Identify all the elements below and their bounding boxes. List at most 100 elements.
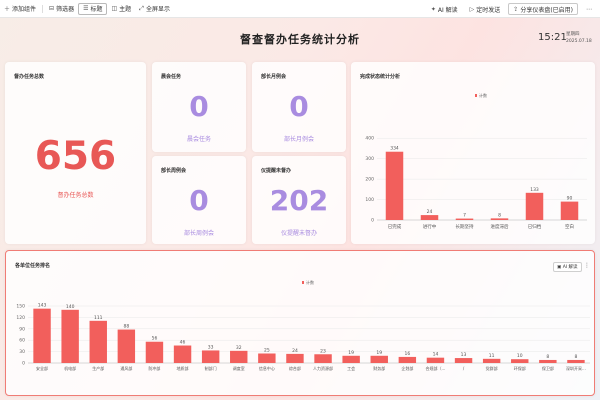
- y-tick-label: 200: [365, 177, 374, 183]
- bar: [230, 350, 248, 363]
- kpi-title: 部长月例会: [261, 74, 287, 80]
- bar: [511, 359, 529, 363]
- bar: [286, 353, 304, 363]
- bar-value-label: 10: [517, 353, 523, 359]
- bar: [525, 192, 544, 220]
- share-icon: ⇪: [513, 5, 519, 13]
- kpi-value: 202: [269, 184, 329, 217]
- x-tick-label: 已完成: [388, 223, 402, 230]
- theme-button[interactable]: ◫ 主题: [107, 3, 135, 15]
- x-tick-label: 制部门: [205, 365, 217, 371]
- more-button[interactable]: ⋯: [582, 3, 596, 15]
- x-tick-label: 保卫部: [542, 365, 554, 371]
- x-tick-label: 安全部: [36, 365, 48, 371]
- toolbar-divider: [42, 4, 44, 13]
- ai-sparkle-icon: ✦: [430, 5, 436, 13]
- fullscreen-label: 全屏显示: [145, 6, 170, 13]
- status-chart-card[interactable]: 完成状态统计分析 计数 0 100 200 300 400 334 已完成 24 进行中 7 长期坚持…: [351, 62, 595, 244]
- schedule-send-button[interactable]: ▷ 定时发送: [466, 3, 505, 15]
- bar-value-label: 111: [94, 315, 103, 321]
- bar-value-label: 25: [264, 348, 270, 354]
- bar: [342, 355, 360, 363]
- palette-icon: ◫: [111, 5, 118, 12]
- total-tasks-value: 656: [34, 134, 117, 179]
- bar: [398, 356, 417, 363]
- y-tick-label: 90: [19, 326, 25, 332]
- bar-value-label: 8: [575, 354, 578, 360]
- x-tick-label: 深圳开采...: [566, 365, 586, 371]
- bar: [454, 358, 473, 363]
- x-tick-label: 空白: [565, 223, 574, 230]
- bar: [490, 218, 509, 220]
- bar-value-label: 334: [390, 146, 399, 152]
- kpi-card-weekly[interactable]: 部长周例会 0 部长周例会: [152, 156, 246, 244]
- bar: [482, 358, 501, 363]
- y-tick-label: 0: [22, 361, 25, 367]
- x-tick-label: 工会: [347, 365, 355, 371]
- kpi-caption: 晨会任务: [186, 136, 211, 143]
- kpi-value: 0: [189, 90, 209, 123]
- bar-value-label: 14: [433, 352, 439, 358]
- page-title: 督查督办任务统计分析: [240, 33, 360, 46]
- x-tick-label: 长期坚持: [456, 223, 474, 230]
- ai-interpret-label: AI 解读: [437, 6, 458, 14]
- bar: [201, 350, 220, 363]
- x-tick-label: 机电部: [64, 365, 76, 371]
- dept-ranking-card[interactable]: 各单位任务排名 ▣ AI 解读 ⋮ 计数 0 30 60 90 120 150 143 安全部 1…: [5, 250, 595, 396]
- bar-value-label: 19: [348, 350, 354, 356]
- bar-value-label: 24: [292, 348, 298, 354]
- x-tick-label: 综合部: [289, 365, 301, 371]
- bar: [314, 354, 332, 363]
- clock-time: 15:21: [538, 32, 567, 43]
- title-button[interactable]: ☰ 标题: [78, 2, 108, 15]
- bar: [385, 151, 404, 220]
- x-tick-label: 进行中: [423, 223, 437, 230]
- title-label: 标题: [90, 6, 103, 13]
- top-toolbar: ＋ 添加组件 ⊟ 筛选器 ☰ 标题 ◫ 主题 ⤢ 全屏显示 ✦ AI 解读 ▷ …: [0, 0, 600, 18]
- bar: [426, 357, 445, 363]
- x-tick-label: 人力资源部: [313, 365, 333, 371]
- x-tick-label: /: [463, 366, 465, 371]
- add-component-button[interactable]: ＋ 添加组件: [0, 3, 40, 15]
- total-tasks-card[interactable]: 督办任务总数 656 督办任务总数: [5, 62, 146, 244]
- x-tick-label: 信息中心: [259, 365, 275, 371]
- clock-date-text: 2025.07.18: [566, 39, 592, 44]
- legend-label: 计数: [306, 279, 314, 285]
- kpi-value: 0: [289, 90, 309, 123]
- x-tick-label: 防冲部: [148, 365, 160, 371]
- kpi-card-morning[interactable]: 晨会任务 0 晨会任务: [152, 62, 246, 152]
- filter-button[interactable]: ⊟ 筛选器: [45, 3, 78, 15]
- x-tick-label: 生产部: [92, 365, 104, 371]
- y-tick-label: 300: [365, 156, 374, 162]
- bar-value-label: 46: [180, 340, 186, 346]
- kpi-caption: 部长周例会: [183, 230, 214, 237]
- kpi-card-monthly[interactable]: 部长月例会 0 部长月例会: [252, 62, 346, 152]
- x-tick-label: 通风部: [120, 365, 132, 371]
- bar-value-label: 140: [66, 304, 75, 310]
- bar: [33, 308, 51, 363]
- bar-value-label: 23: [320, 348, 326, 354]
- kpi-title: 仪提醒未督办: [261, 168, 292, 174]
- legend-swatch: [475, 94, 477, 97]
- filter-icon: ⊟: [49, 5, 55, 12]
- x-tick-label: 已归档: [528, 223, 542, 230]
- y-tick-label: 150: [16, 304, 25, 310]
- bar: [117, 329, 136, 363]
- bar: [420, 215, 439, 220]
- y-tick-label: 120: [16, 315, 25, 321]
- kpi-title: 晨会任务: [161, 74, 182, 80]
- legend-swatch: [302, 281, 304, 284]
- ai-interpret-button[interactable]: ✦ AI 解读: [427, 3, 462, 15]
- expand-icon: ⤢: [139, 4, 144, 12]
- bar-value-label: 33: [208, 344, 214, 350]
- more-icon: ⋯: [586, 5, 592, 13]
- kpi-title: 部长周例会: [161, 168, 187, 174]
- share-button[interactable]: ⇪ 分享仪表盘(已启用): [508, 3, 578, 15]
- kpi-caption: 仪提醒未督办: [280, 230, 317, 237]
- dept-bar-chart: 计数0306090120150 143安全部140机电部111生产部88通风部56…: [16, 279, 590, 371]
- fullscreen-button[interactable]: ⤢ 全屏显示: [135, 3, 174, 15]
- bar-value-label: 16: [404, 351, 410, 357]
- theme-label: 主题: [119, 6, 132, 13]
- kpi-card-reminder[interactable]: 仪提醒未督办 202 仪提醒未督办: [252, 156, 346, 244]
- bar: [61, 309, 79, 363]
